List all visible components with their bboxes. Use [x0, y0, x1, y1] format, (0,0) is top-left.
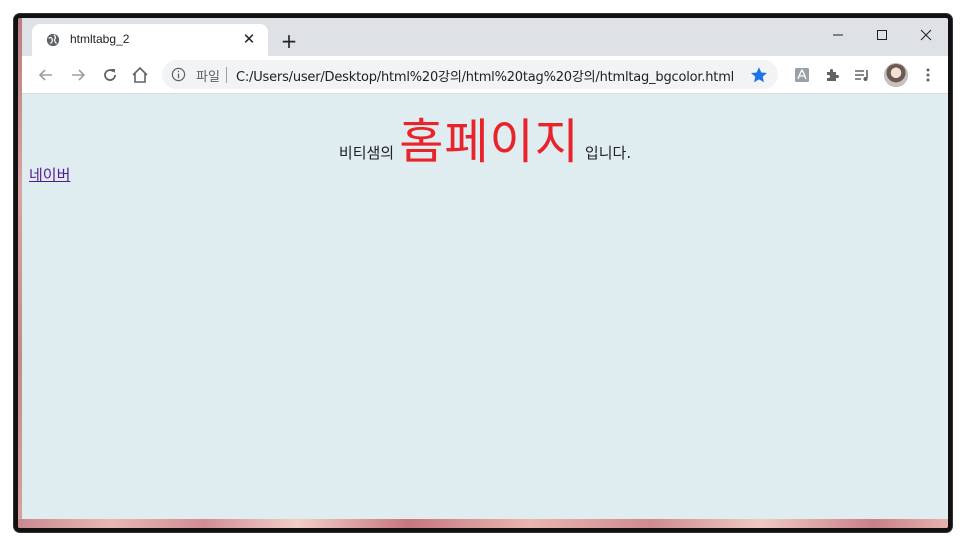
scheme-label: 파일 — [196, 70, 220, 85]
globe-icon — [46, 33, 60, 47]
title-bar: htmltabg_2 ✕ + — [22, 18, 948, 56]
reload-icon[interactable] — [98, 63, 122, 87]
browser-toolbar: 파일 C:/Users/user/Desktop/html%20강의/html%… — [22, 56, 948, 94]
back-arrow-icon[interactable] — [34, 63, 58, 87]
media-queue-icon[interactable] — [850, 63, 874, 87]
omnibox-separator — [226, 67, 227, 83]
browser-tab[interactable]: htmltabg_2 ✕ — [32, 24, 268, 56]
heading-prefix: 비티샘의 — [338, 144, 395, 162]
more-vert-icon[interactable] — [916, 63, 940, 87]
tab-title: htmltabg_2 — [70, 32, 130, 46]
desktop-wallpaper-strip — [18, 519, 948, 528]
star-icon[interactable] — [750, 66, 768, 84]
address-bar[interactable]: 파일 C:/Users/user/Desktop/html%20강의/html%… — [162, 60, 778, 89]
plus-icon[interactable]: + — [278, 30, 300, 52]
url-text[interactable]: C:/Users/user/Desktop/html%20강의/html%20t… — [236, 66, 734, 85]
minimize-icon[interactable] — [816, 22, 860, 48]
page-viewport: 비티샘의 홈페이지 입니다. 네이버 — [22, 94, 948, 519]
forward-arrow-icon[interactable] — [66, 63, 90, 87]
info-icon[interactable] — [171, 67, 186, 82]
puzzle-icon[interactable] — [820, 63, 844, 87]
avatar[interactable] — [884, 63, 908, 87]
page-heading: 비티샘의 홈페이지 입니다. — [22, 102, 948, 172]
close-icon[interactable]: ✕ — [240, 30, 258, 48]
home-icon[interactable] — [128, 63, 152, 87]
maximize-icon[interactable] — [860, 22, 904, 48]
heading-suffix: 입니다. — [584, 144, 632, 162]
naver-link[interactable]: 네이버 — [29, 164, 70, 185]
browser-window: htmltabg_2 ✕ + 파일 C:/Users/user/Desktop/… — [22, 18, 948, 519]
heading-highlight: 홈페이지 — [399, 114, 580, 170]
window-close-icon[interactable] — [904, 22, 948, 48]
pdf-extension-icon[interactable] — [790, 63, 814, 87]
screenshot-frame: htmltabg_2 ✕ + 파일 C:/Users/user/Desktop/… — [14, 14, 952, 532]
